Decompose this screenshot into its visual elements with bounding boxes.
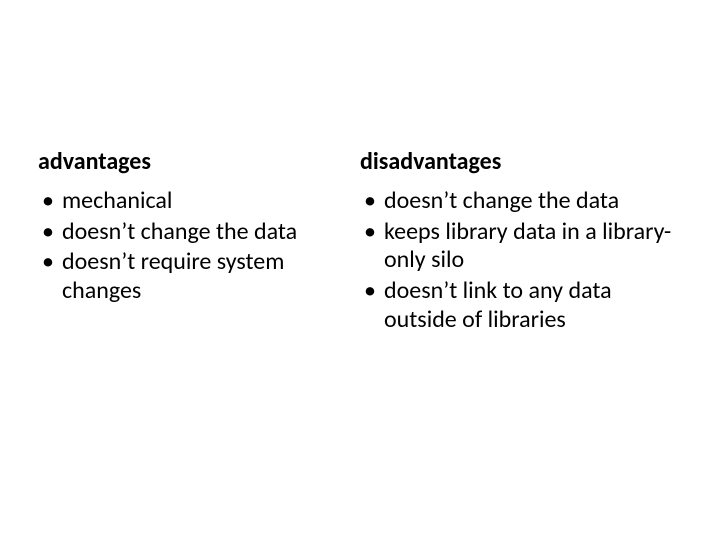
disadvantages-title: disadvantages [360, 148, 672, 177]
disadvantages-column: disadvantages doesn’t change the data ke… [360, 148, 682, 337]
list-item: doesn’t require system changes [38, 248, 350, 306]
list-item: doesn’t change the data [360, 187, 672, 216]
advantages-title: advantages [38, 148, 350, 177]
slide: advantages mechanical doesn’t change the… [0, 0, 720, 540]
advantages-list: mechanical doesn’t change the data doesn… [38, 187, 350, 306]
advantages-column: advantages mechanical doesn’t change the… [38, 148, 360, 337]
columns: advantages mechanical doesn’t change the… [38, 148, 682, 337]
list-item: mechanical [38, 187, 350, 216]
disadvantages-list: doesn’t change the data keeps library da… [360, 187, 672, 335]
list-item: keeps library data in a library-only sil… [360, 218, 672, 276]
list-item: doesn’t link to any data outside of libr… [360, 277, 672, 335]
list-item: doesn’t change the data [38, 218, 350, 247]
